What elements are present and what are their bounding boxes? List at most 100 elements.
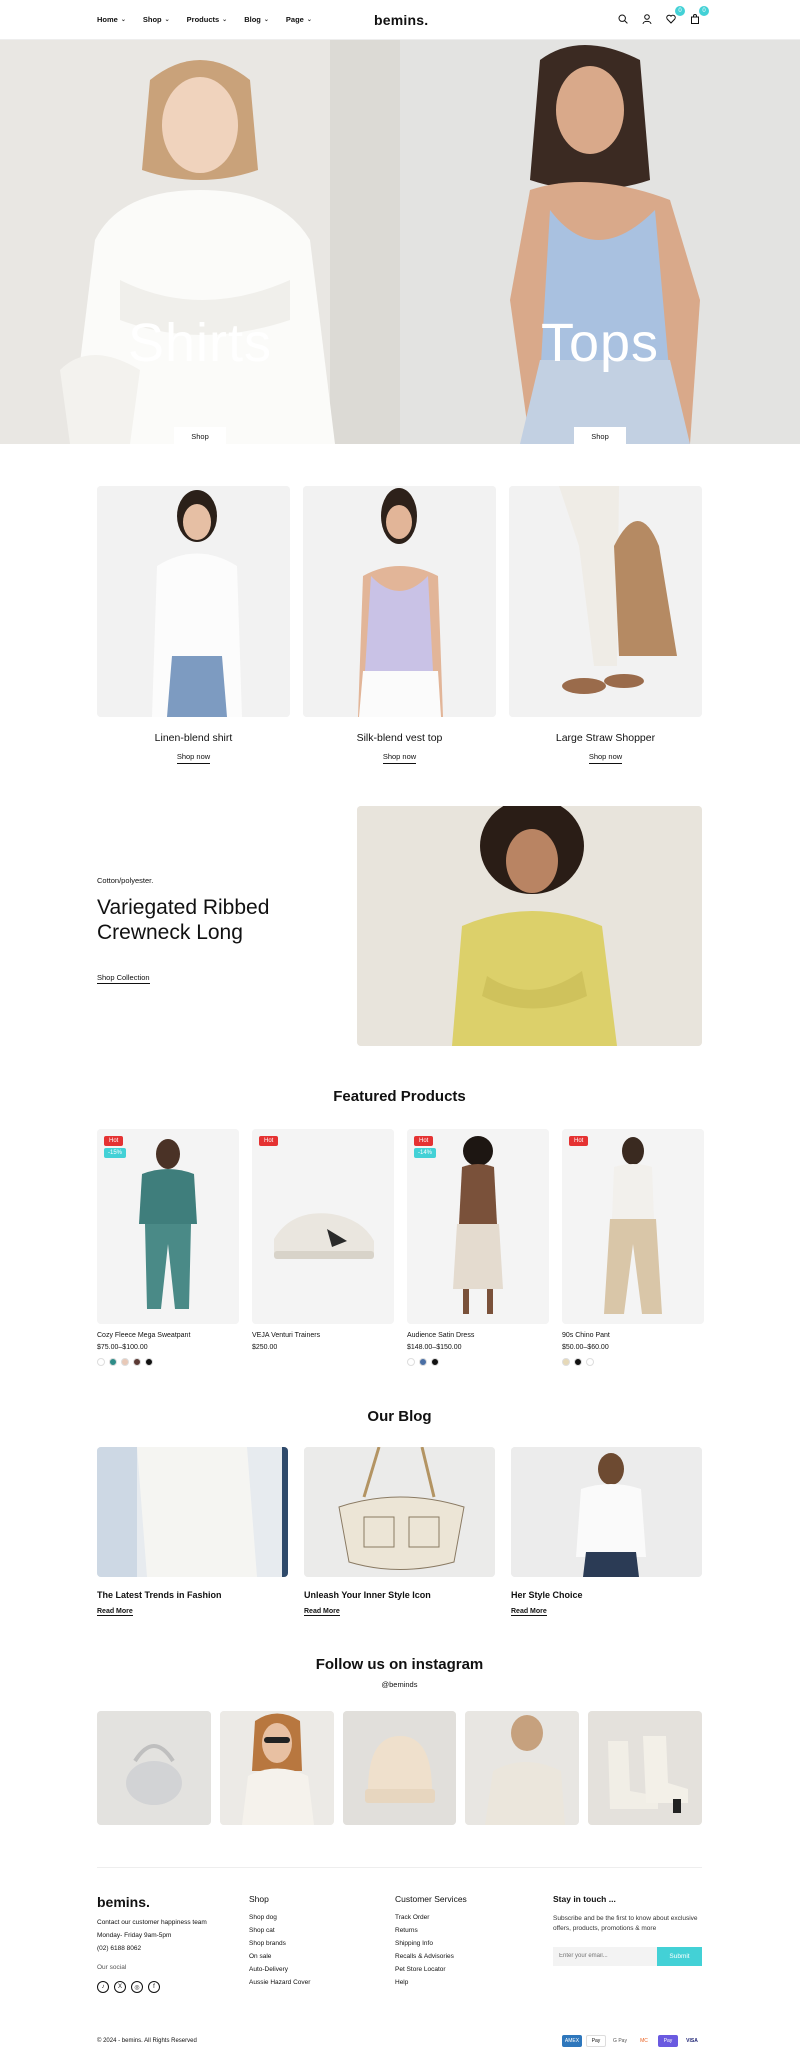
nav-blog[interactable]: Blog ⌄ bbox=[244, 15, 269, 24]
blog-post-title[interactable]: The Latest Trends in Fashion bbox=[97, 1590, 288, 1600]
blog-card[interactable]: Her Style Choice Read More bbox=[511, 1447, 702, 1618]
instagram-tile[interactable] bbox=[342, 1711, 457, 1825]
product-image[interactable]: Hot bbox=[252, 1129, 394, 1324]
instagram-tile[interactable] bbox=[219, 1711, 334, 1825]
instagram-tile[interactable] bbox=[97, 1711, 211, 1825]
product-name[interactable]: Cozy Fleece Mega Sweatpant bbox=[97, 1332, 239, 1339]
instagram-title: Follow us on instagram bbox=[315, 1656, 484, 1673]
facebook-icon[interactable]: f bbox=[148, 1981, 160, 1993]
wishlist-icon[interactable]: 0 bbox=[664, 6, 685, 26]
blog-card[interactable]: Unleash Your Inner Style Icon Read More bbox=[304, 1447, 495, 1618]
site-logo[interactable]: bemins. bbox=[374, 12, 428, 28]
shop-collection-link[interactable]: Shop Collection bbox=[97, 973, 150, 984]
category-card[interactable]: Linen-blend shirt Shop now bbox=[97, 486, 290, 764]
footer-link[interactable]: Shop cat bbox=[249, 1927, 395, 1934]
blog-card[interactable]: The Latest Trends in Fashion Read More bbox=[97, 1447, 288, 1618]
newsletter-form: Submit bbox=[553, 1946, 702, 1966]
product-card[interactable]: Hot -15% Cozy Fleece Mega Sweatpant $75.… bbox=[97, 1129, 239, 1366]
category-image[interactable] bbox=[509, 486, 702, 717]
nav-products[interactable]: Products ⌄ bbox=[187, 15, 228, 24]
x-icon[interactable]: X bbox=[114, 1981, 126, 1993]
submit-button[interactable]: Submit bbox=[657, 1946, 702, 1966]
blog-image[interactable] bbox=[304, 1447, 495, 1577]
search-icon[interactable] bbox=[616, 12, 630, 26]
product-price: $75.00–$100.00 bbox=[97, 1344, 148, 1351]
nav-label: Products bbox=[186, 15, 220, 24]
footer-link[interactable]: Help bbox=[395, 1979, 553, 1986]
email-field[interactable] bbox=[553, 1946, 657, 1966]
blog-post-title[interactable]: Her Style Choice bbox=[511, 1590, 702, 1600]
swatch-beige[interactable] bbox=[562, 1358, 570, 1366]
instagram-tile[interactable] bbox=[465, 1711, 580, 1825]
visa-icon: VISA bbox=[686, 2038, 698, 2044]
footer-link[interactable]: Auto-Delivery bbox=[249, 1966, 395, 1973]
swatch-teal[interactable] bbox=[109, 1358, 117, 1366]
category-card[interactable]: Silk-blend vest top Shop now bbox=[303, 486, 496, 764]
blog-image[interactable] bbox=[511, 1447, 702, 1577]
contact-phone[interactable]: (02) 6188 8062 bbox=[97, 1945, 249, 1952]
category-card[interactable]: Large Straw Shopper Shop now bbox=[509, 486, 702, 764]
swatch-white[interactable] bbox=[586, 1358, 594, 1366]
footer-link[interactable]: Returns bbox=[395, 1927, 553, 1934]
nav-shop[interactable]: Shop ⌄ bbox=[143, 15, 170, 24]
hot-badge: Hot bbox=[569, 1136, 589, 1146]
nav-home[interactable]: Home ⌄ bbox=[97, 15, 126, 24]
product-card[interactable]: Hot 90s Chino Pant $50.00–$60.00 bbox=[562, 1129, 704, 1366]
swatch-white[interactable] bbox=[97, 1358, 105, 1366]
footer-link[interactable]: Recalls & Advisories bbox=[395, 1953, 553, 1960]
promo-image[interactable] bbox=[357, 806, 702, 1046]
swatch-white[interactable] bbox=[407, 1358, 415, 1366]
blog-post-title[interactable]: Unleash Your Inner Style Icon bbox=[304, 1590, 495, 1600]
site-header: Home ⌄ Shop ⌄ Products ⌄ Blog ⌄ Page ⌄ bemins… bbox=[0, 0, 800, 40]
category-image[interactable] bbox=[303, 486, 496, 717]
user-icon[interactable] bbox=[640, 12, 654, 26]
main-content: Linen-blend shirt Shop now Silk-blend ve… bbox=[97, 486, 704, 2057]
color-swatches bbox=[407, 1358, 549, 1366]
hero-shop-now-button[interactable]: Shop now bbox=[174, 427, 226, 444]
read-more-link[interactable]: Read More bbox=[304, 1608, 340, 1616]
read-more-link[interactable]: Read More bbox=[97, 1608, 133, 1616]
blog-image[interactable] bbox=[97, 1447, 288, 1577]
swatch-beige[interactable] bbox=[121, 1358, 129, 1366]
footer-link[interactable]: Shipping Info bbox=[395, 1940, 553, 1947]
product-name[interactable]: Audience Satin Dress bbox=[407, 1332, 549, 1339]
footer-link[interactable]: Track Order bbox=[395, 1914, 553, 1921]
product-image[interactable]: Hot -15% bbox=[97, 1129, 239, 1324]
footer-link[interactable]: Aussie Hazard Cover bbox=[249, 1979, 395, 1986]
read-more-link[interactable]: Read More bbox=[511, 1608, 547, 1616]
hero-shop-now-button[interactable]: Shop now bbox=[574, 427, 626, 444]
site-footer: bemins. Contact our customer happiness t… bbox=[97, 1867, 702, 2057]
swatch-black[interactable] bbox=[145, 1358, 153, 1366]
footer-link[interactable]: Pet Store Locator bbox=[395, 1966, 553, 1973]
footer-link[interactable]: On sale bbox=[249, 1953, 395, 1960]
shop-now-link[interactable]: Shop now bbox=[382, 752, 417, 764]
category-image[interactable] bbox=[97, 486, 290, 717]
swatch-black[interactable] bbox=[574, 1358, 582, 1366]
swatch-black[interactable] bbox=[431, 1358, 439, 1366]
tiktok-icon[interactable]: ♪ bbox=[97, 1981, 109, 1993]
instagram-tile[interactable] bbox=[588, 1711, 702, 1825]
product-card[interactable]: Hot -14% Audience Satin Dress $148.00–$1… bbox=[407, 1129, 549, 1366]
cart-icon[interactable]: 0 bbox=[688, 6, 709, 26]
shop-now-link[interactable]: Shop now bbox=[176, 752, 211, 764]
footer-link[interactable]: Shop brands bbox=[249, 1940, 395, 1947]
footer-logo[interactable]: bemins. bbox=[97, 1894, 249, 1910]
nav-page[interactable]: Page ⌄ bbox=[286, 15, 312, 24]
footer-link[interactable]: Shop dog bbox=[249, 1914, 395, 1921]
blog-title: Our Blog bbox=[367, 1408, 432, 1425]
swatch-blue[interactable] bbox=[419, 1358, 427, 1366]
product-card[interactable]: Hot VEJA Venturi Trainers $250.00 bbox=[252, 1129, 394, 1366]
instagram-icon[interactable]: ◎ bbox=[131, 1981, 143, 1993]
product-name[interactable]: 90s Chino Pant bbox=[562, 1332, 704, 1339]
hot-badge: Hot bbox=[259, 1136, 279, 1146]
shop-now-link[interactable]: Shop now bbox=[588, 752, 623, 764]
hero-tops[interactable]: Tops Shop now bbox=[400, 40, 800, 444]
product-name[interactable]: VEJA Venturi Trainers bbox=[252, 1332, 394, 1339]
product-image[interactable]: Hot -14% bbox=[407, 1129, 549, 1324]
swatch-brown[interactable] bbox=[133, 1358, 141, 1366]
product-image[interactable]: Hot bbox=[562, 1129, 704, 1324]
footer-newsletter: Stay in touch ... Subscribe and be the f… bbox=[553, 1894, 702, 1993]
hero-shirts[interactable]: Shirts Shop now bbox=[0, 40, 400, 444]
instagram-handle[interactable]: @beminds bbox=[97, 1680, 702, 1689]
promo-title: Variegated Ribbed Crewneck Long bbox=[97, 896, 270, 944]
